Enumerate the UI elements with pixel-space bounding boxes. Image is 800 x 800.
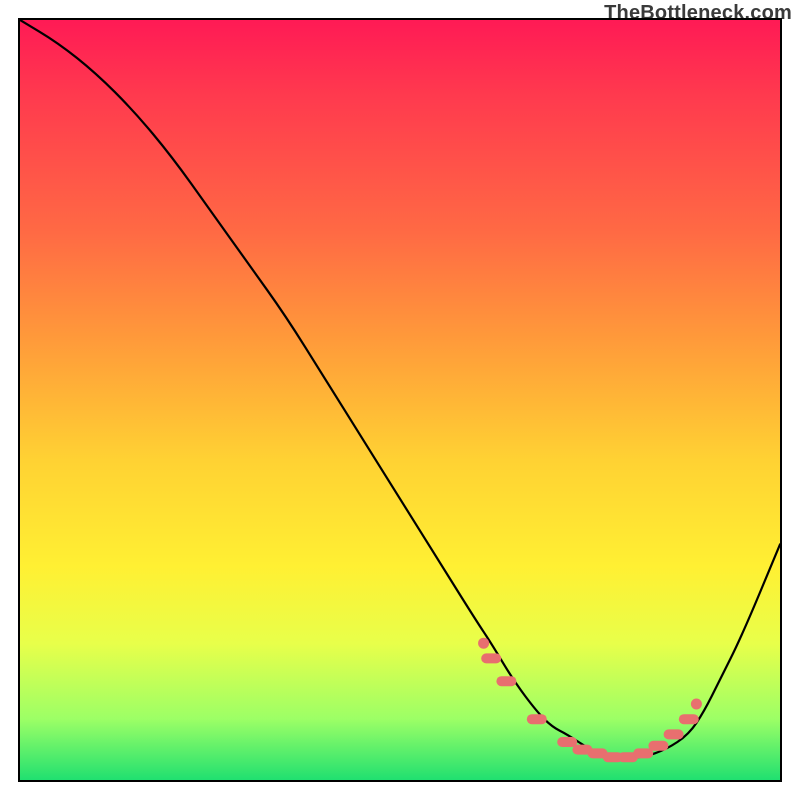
- plot-area: [18, 18, 782, 782]
- bottleneck-curve: [20, 20, 780, 757]
- chart-stage: TheBottleneck.com: [0, 0, 800, 800]
- optimum-marker: [664, 729, 684, 739]
- optimum-marker: [527, 714, 547, 724]
- optimum-marker: [496, 676, 516, 686]
- optimum-marker: [648, 741, 668, 751]
- optimum-marker: [633, 748, 653, 758]
- optimum-marker-cap: [478, 638, 489, 649]
- optimum-marker: [679, 714, 699, 724]
- optimum-marker: [481, 653, 501, 663]
- optimum-marker: [557, 737, 577, 747]
- optimum-marker-cap: [691, 699, 702, 710]
- optimum-markers: [478, 638, 702, 763]
- plot-svg: [20, 20, 780, 780]
